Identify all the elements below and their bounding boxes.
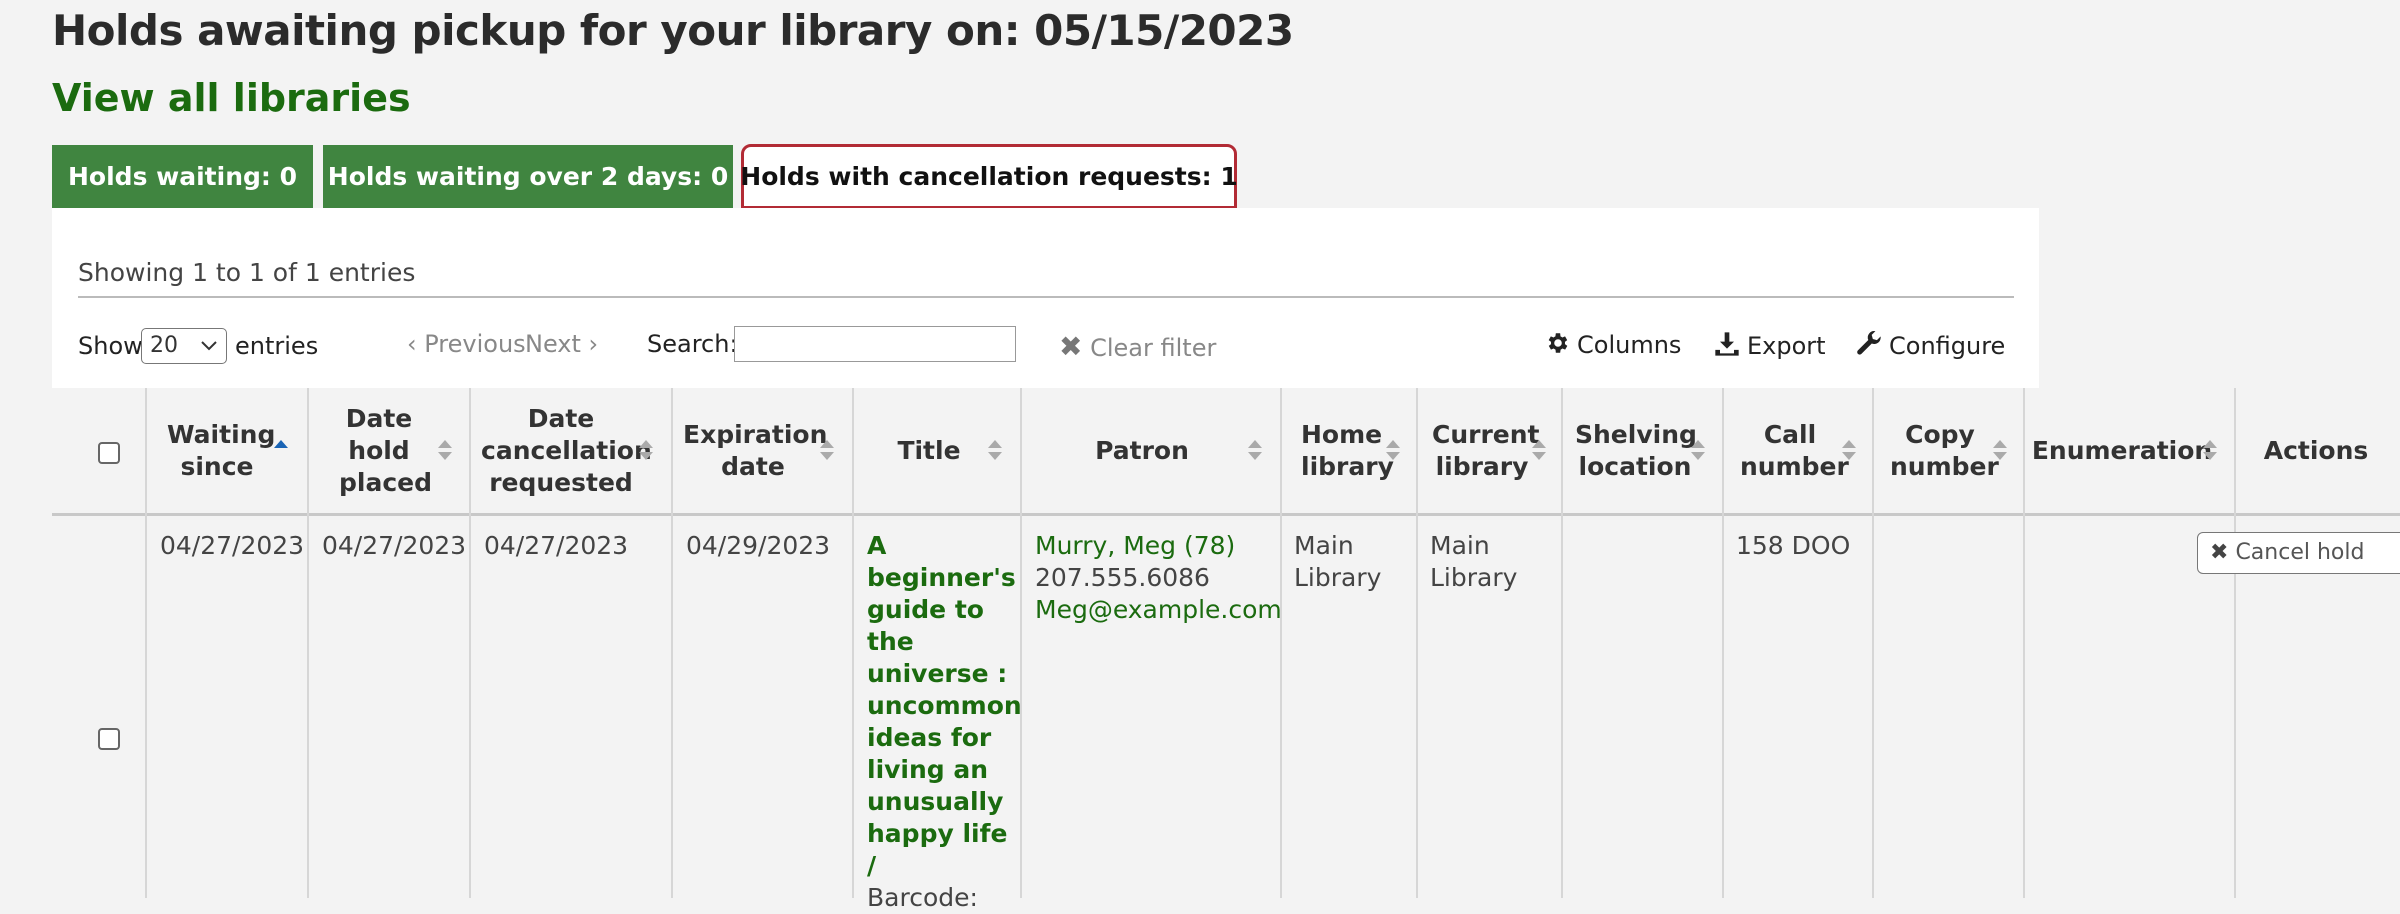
column-header-actions: Actions — [2263, 435, 2369, 465]
clear-filter-button[interactable]: ✖ Clear filter — [1059, 330, 1216, 363]
download-icon — [1713, 330, 1741, 364]
column-header-waiting-since[interactable]: Waiting since — [147, 388, 287, 513]
holds-table: Waiting since Date hold placed Date canc… — [52, 388, 2400, 912]
column-header-copy-number[interactable]: Copy number — [1874, 388, 2006, 513]
page-title: Holds awaiting pickup for your library o… — [52, 6, 1294, 55]
close-icon: ✖ — [1059, 330, 1083, 363]
sort-icon — [1842, 440, 1856, 462]
chevron-left-icon: ‹ — [407, 330, 425, 358]
chevron-right-icon: › — [580, 330, 599, 358]
show-label: Show — [78, 332, 143, 360]
export-button[interactable]: Export — [1713, 330, 1826, 364]
next-button[interactable]: Next › — [525, 330, 598, 358]
column-header-date-cancellation-requested[interactable]: Date cancellation requested — [471, 388, 652, 513]
tab-holds-waiting-over-2-days[interactable]: Holds waiting over 2 days: 0 — [323, 145, 733, 208]
patron-phone: 207.555.6086 — [1035, 563, 1210, 592]
sort-icon — [988, 440, 1002, 462]
view-all-libraries-link[interactable]: View all libraries — [52, 76, 411, 120]
column-header-current-library[interactable]: Current library — [1418, 388, 1546, 513]
cell-waiting-since: 04/27/2023 — [160, 531, 305, 560]
page-size-select[interactable]: 20 — [141, 328, 227, 364]
sort-icon — [2203, 440, 2217, 462]
cell-home-library: Main Library — [1294, 531, 1382, 592]
sort-ascending-icon — [274, 440, 288, 462]
previous-label: Previous — [424, 330, 526, 358]
tab-holds-waiting[interactable]: Holds waiting: 0 — [52, 145, 313, 208]
sort-icon — [1532, 440, 1546, 462]
close-icon: ✖ — [2210, 540, 2229, 565]
table-toolbar: Show 20 entries ‹ Previous Next › Search… — [52, 318, 2039, 378]
export-label: Export — [1747, 332, 1826, 360]
columns-button[interactable]: Columns — [1545, 330, 1681, 362]
table-controls-panel: Showing 1 to 1 of 1 entries Show 20 entr… — [52, 208, 2039, 390]
sort-icon — [820, 440, 834, 462]
cell-date-hold-placed: 04/27/2023 — [322, 531, 467, 560]
row-select-checkbox[interactable] — [98, 728, 120, 750]
cell-expiration-date: 04/29/2023 — [686, 531, 831, 560]
cell-call-number: 158 DOO — [1736, 531, 1851, 560]
wrench-icon — [1855, 330, 1883, 364]
sort-icon — [1386, 440, 1400, 462]
columns-label: Columns — [1577, 331, 1682, 359]
sort-icon — [438, 440, 452, 462]
cell-date-cancellation-requested: 04/27/2023 — [484, 531, 629, 560]
chevron-down-icon — [200, 329, 218, 373]
patron-name-link[interactable]: Murry, Meg (78) — [1035, 530, 1282, 562]
search-input[interactable] — [734, 326, 1016, 362]
configure-label: Configure — [1889, 332, 2006, 360]
column-header-call-number[interactable]: Call number — [1724, 388, 1856, 513]
column-header-expiration-date[interactable]: Expiration date — [673, 388, 833, 513]
sort-icon — [1993, 440, 2007, 462]
column-header-title[interactable]: Title — [854, 388, 1004, 513]
configure-button[interactable]: Configure — [1855, 330, 2005, 364]
cell-patron: Murry, Meg (78) 207.555.6086 Meg@example… — [1035, 530, 1282, 626]
title-link[interactable]: A beginner's guide to the universe : unc… — [867, 530, 1022, 882]
barcode-label: Barcode: — [867, 883, 978, 912]
column-header-patron[interactable]: Patron — [1022, 388, 1262, 513]
page-size-value: 20 — [150, 333, 178, 358]
patron-email-link[interactable]: Meg@example.com — [1035, 594, 1282, 626]
cancel-hold-label: Cancel hold — [2235, 540, 2365, 565]
cancel-hold-button[interactable]: ✖ Cancel hold — [2197, 532, 2400, 574]
sort-icon — [1248, 440, 1262, 462]
select-all-checkbox[interactable] — [98, 442, 120, 464]
column-header-enumeration[interactable]: Enumeration — [2025, 388, 2219, 513]
tab-holds-cancellation-requests[interactable]: Holds with cancellation requests: 1 — [740, 144, 1238, 209]
sort-icon — [639, 440, 653, 462]
column-header-date-hold-placed[interactable]: Date hold placed — [309, 388, 449, 513]
clear-filter-label: Clear filter — [1090, 334, 1217, 362]
divider — [78, 296, 2014, 298]
gear-icon — [1545, 330, 1571, 362]
search-label: Search: — [647, 330, 738, 358]
next-label: Next — [525, 330, 581, 358]
previous-button[interactable]: ‹ Previous — [407, 330, 526, 358]
entries-label: entries — [235, 332, 319, 360]
sort-icon — [1691, 440, 1705, 462]
cell-current-library: Main Library — [1430, 531, 1518, 592]
column-header-home-library[interactable]: Home library — [1282, 388, 1400, 513]
column-header-shelving-location[interactable]: Shelving location — [1563, 388, 1707, 513]
cell-title: A beginner's guide to the universe : unc… — [867, 530, 1022, 914]
entries-info: Showing 1 to 1 of 1 entries — [78, 258, 416, 287]
